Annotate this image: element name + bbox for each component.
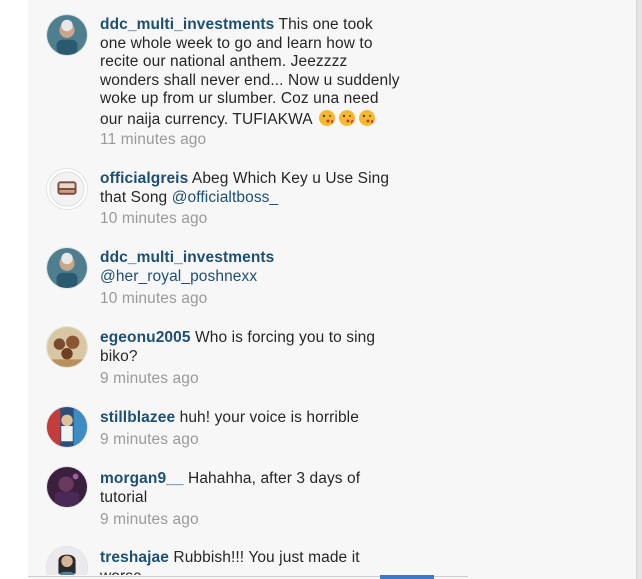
- comment-item: treshajae Rubbish!!! You just made it wo…: [0, 0, 642, 575]
- avatar-photo-icon: [47, 547, 87, 575]
- focus-indicator: [380, 575, 434, 579]
- comment-text: treshajae Rubbish!!! You just made it wo…: [100, 549, 400, 575]
- comment-username[interactable]: treshajae: [100, 549, 169, 566]
- avatar[interactable]: [46, 546, 88, 575]
